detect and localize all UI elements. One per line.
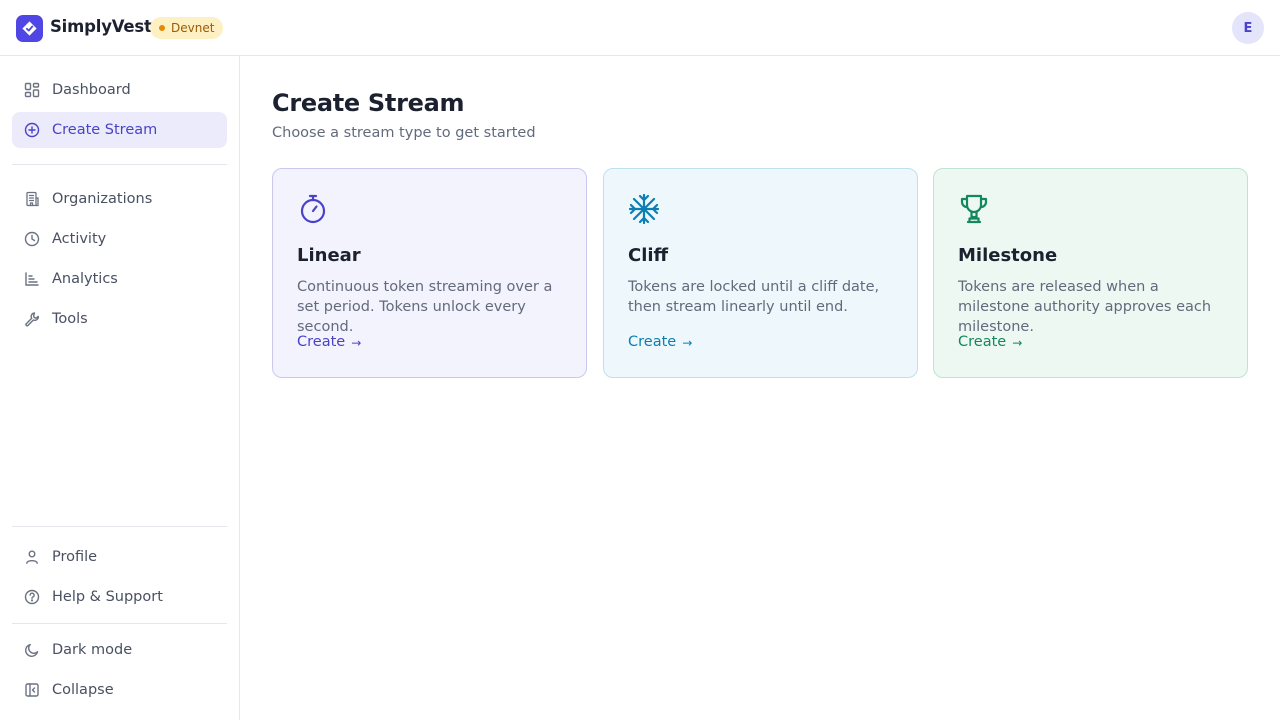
create-linear-link[interactable]: Create → (297, 334, 361, 350)
sidebar-item-dashboard[interactable]: Dashboard (12, 72, 227, 108)
brand-name: SimplyVest (50, 17, 152, 36)
card-link-label: Create (958, 334, 1007, 350)
main-content: Create Stream Choose a stream type to ge… (240, 56, 1280, 720)
dark-mode-toggle[interactable]: Dark mode (12, 632, 227, 668)
simplyvest-logo-icon[interactable] (16, 15, 43, 42)
card-description: Continuous token streaming over a set pe… (297, 279, 553, 335)
card-link-label: Create (297, 334, 346, 350)
sidebar-item-label: Dashboard (52, 82, 131, 98)
sidebar-divider (12, 164, 227, 165)
sidebar-item-label: Collapse (52, 682, 114, 698)
snowflake-icon (628, 193, 660, 225)
network-badge-label: Devnet (171, 21, 215, 35)
stream-type-card-cliff[interactable]: Cliff Tokens are locked until a cliff da… (603, 168, 918, 378)
building-icon (24, 191, 40, 207)
arrow-right-icon: → (351, 336, 362, 350)
collapse-icon (24, 682, 40, 698)
user-avatar[interactable]: E (1232, 12, 1264, 44)
plus-circle-icon (24, 122, 40, 138)
arrow-right-icon: → (682, 336, 693, 350)
stream-type-card-milestone[interactable]: Milestone Tokens are released when a mil… (933, 168, 1248, 378)
user-icon (24, 549, 40, 565)
card-description: Tokens are locked until a cliff date, th… (628, 279, 880, 315)
card-title: Cliff (628, 245, 669, 266)
sidebar-divider (12, 623, 227, 624)
bar-chart-icon (24, 271, 40, 287)
sidebar-item-label: Create Stream (52, 122, 158, 138)
sidebar-item-label: Profile (52, 549, 98, 565)
sidebar: Dashboard Create Stream Organizations Ac… (0, 56, 240, 720)
page-title: Create Stream (272, 89, 465, 117)
moon-icon (24, 642, 40, 658)
sidebar-item-help-support[interactable]: Help & Support (12, 579, 227, 615)
sidebar-item-label: Organizations (52, 191, 153, 207)
top-bar: SimplyVest Devnet E (0, 0, 1280, 56)
wrench-icon (24, 311, 40, 327)
card-title: Linear (297, 245, 361, 266)
sidebar-item-label: Tools (52, 311, 88, 327)
stream-type-card-linear[interactable]: Linear Continuous token streaming over a… (272, 168, 587, 378)
card-title: Milestone (958, 245, 1058, 266)
sidebar-item-activity[interactable]: Activity (12, 221, 227, 257)
network-badge: Devnet (150, 17, 224, 39)
sidebar-item-tools[interactable]: Tools (12, 301, 227, 337)
trophy-icon (958, 193, 990, 225)
sidebar-divider (12, 526, 227, 527)
page-subtitle: Choose a stream type to get started (272, 125, 536, 141)
sidebar-item-label: Dark mode (52, 642, 133, 658)
sidebar-item-analytics[interactable]: Analytics (12, 261, 227, 297)
sidebar-item-label: Activity (52, 231, 107, 247)
arrow-right-icon: → (1012, 336, 1023, 350)
collapse-sidebar-button[interactable]: Collapse (12, 672, 227, 708)
sidebar-item-create-stream[interactable]: Create Stream (12, 112, 227, 148)
sidebar-item-label: Analytics (52, 271, 118, 287)
card-description: Tokens are released when a milestone aut… (958, 279, 1212, 335)
status-dot-icon (159, 25, 165, 31)
help-circle-icon (24, 589, 40, 605)
sidebar-item-profile[interactable]: Profile (12, 539, 227, 575)
create-milestone-link[interactable]: Create → (958, 334, 1022, 350)
card-link-label: Create (628, 334, 677, 350)
create-cliff-link[interactable]: Create → (628, 334, 692, 350)
stopwatch-icon (297, 193, 329, 225)
dashboard-icon (24, 82, 40, 98)
sidebar-item-organizations[interactable]: Organizations (12, 181, 227, 217)
clock-icon (24, 231, 40, 247)
sidebar-item-label: Help & Support (52, 589, 163, 605)
